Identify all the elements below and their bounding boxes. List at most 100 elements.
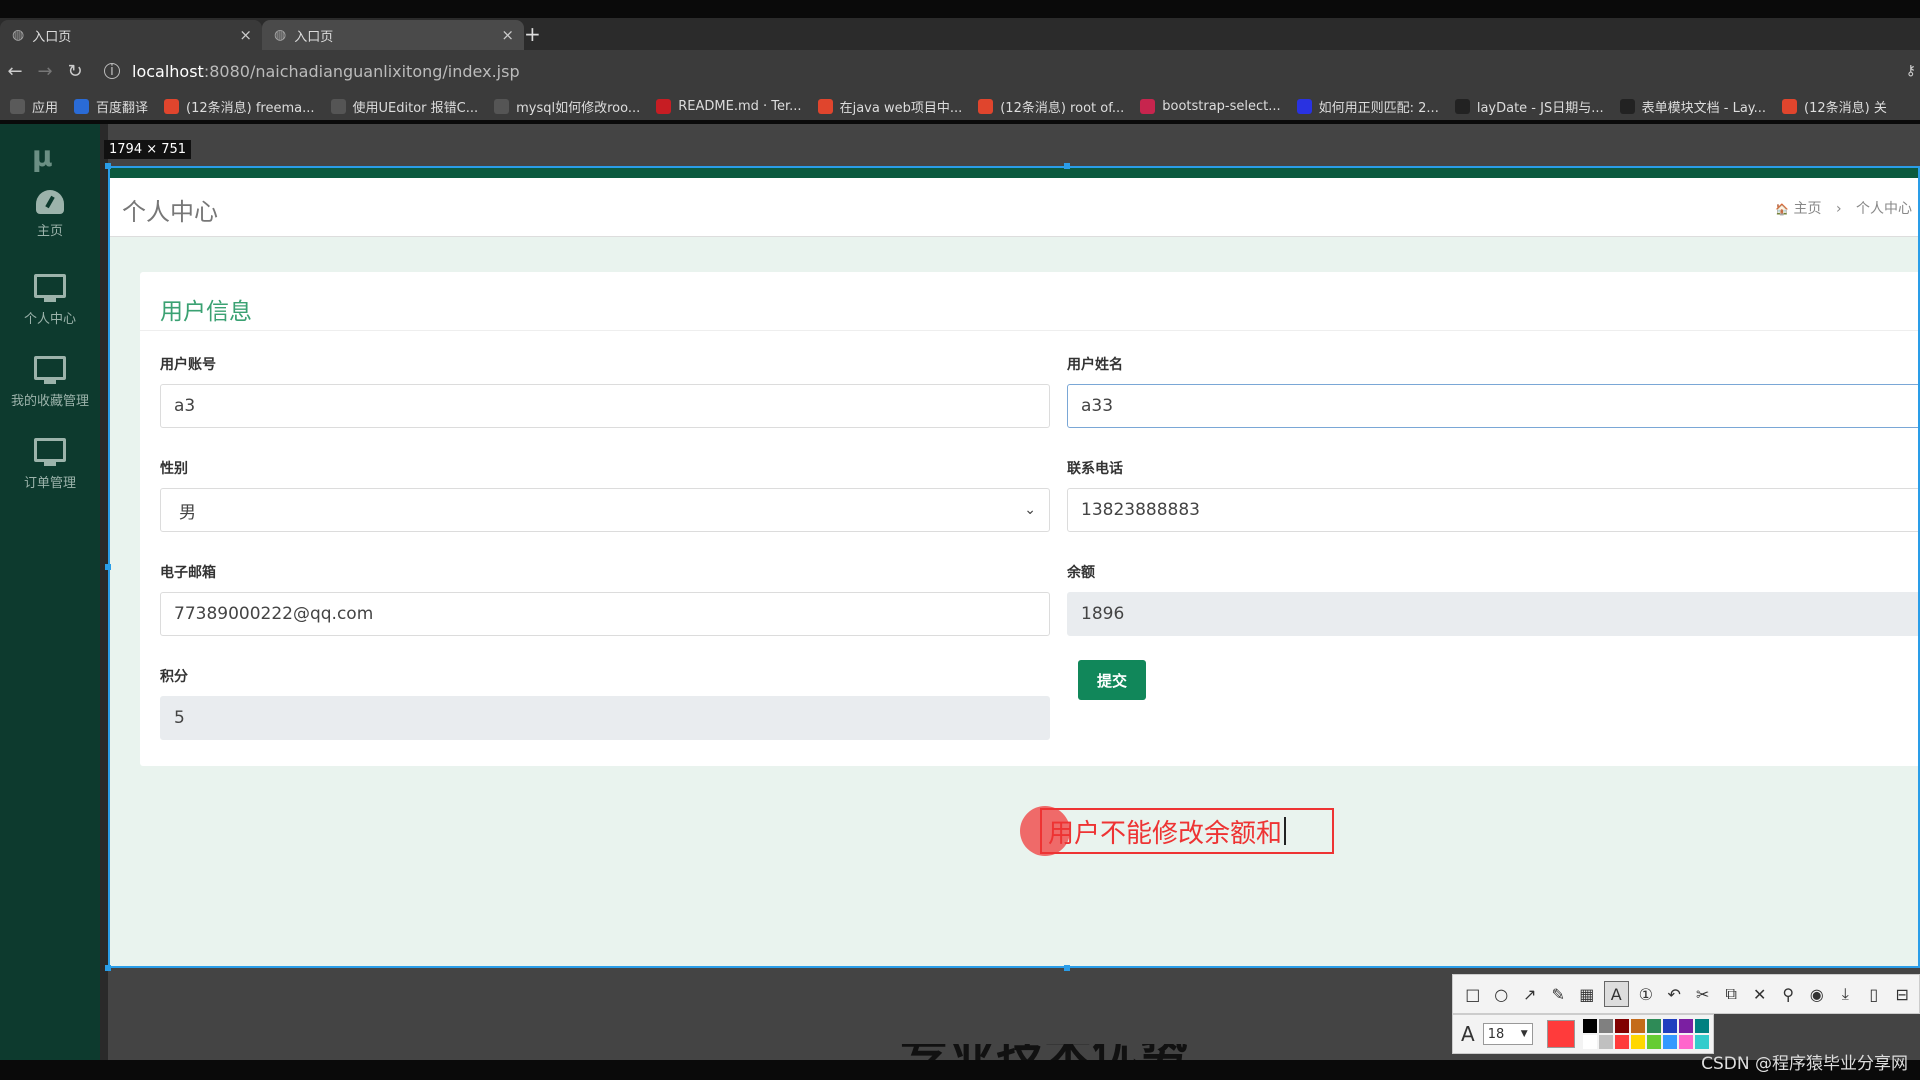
tab-2[interactable]: ◍ 入口页 × [262, 20, 524, 50]
breadcrumb-home[interactable]: 主页 [1793, 201, 1821, 217]
sidebar-item-home[interactable]: 主页 [0, 190, 100, 239]
color-swatch[interactable] [1598, 1035, 1613, 1049]
color-swatch[interactable] [1646, 1035, 1661, 1049]
bookmark-label: layDate - JS日期与... [1476, 100, 1604, 116]
color-swatch[interactable] [1630, 1019, 1645, 1033]
csdn-icon [978, 98, 994, 114]
email-label: 电子邮箱 [160, 565, 216, 581]
url-field[interactable]: i localhost:8080/naichadianguanlixitong/… [104, 62, 520, 81]
bookmark-item[interactable]: 如何用正则匹配: 2... [1296, 97, 1439, 116]
text-style-toolbar: A 18 ▼ [1452, 1014, 1714, 1054]
resize-handle[interactable] [105, 564, 111, 570]
color-swatch[interactable] [1582, 1019, 1597, 1033]
bookmark-item[interactable]: (12条消息) 关 [1782, 97, 1887, 116]
color-swatch[interactable] [1582, 1035, 1597, 1049]
bottom-bar [0, 1060, 1920, 1080]
chevron-down-icon: ⌄ [1024, 502, 1036, 518]
color-swatch[interactable] [1646, 1019, 1661, 1033]
color-swatch[interactable] [1614, 1019, 1629, 1033]
bookmark-item[interactable]: bootstrap-select... [1140, 98, 1281, 114]
pin2-icon[interactable]: ⚲ [1777, 982, 1801, 1006]
text-cursor [1284, 817, 1287, 845]
main-content: 个人中心 🏠 主页 › 个人中心 用户信息 用户账号 a3 用户姓名 a33 性… [108, 166, 1920, 968]
bookmark-item[interactable]: mysql如何修改roo... [494, 97, 640, 116]
name-input[interactable]: a33 [1067, 384, 1920, 428]
resize-handle[interactable] [105, 163, 111, 169]
info-icon[interactable]: i [104, 63, 120, 79]
current-color-swatch[interactable] [1546, 1020, 1575, 1048]
email-input[interactable]: 77389000222@qq.com [160, 592, 1050, 636]
bookmark-item[interactable]: README.md · Ter... [656, 98, 802, 114]
watermark: CSDN @程序猿毕业分享网 [1701, 1054, 1908, 1074]
bootstrap-icon [1140, 98, 1156, 114]
account-input[interactable]: a3 [160, 384, 1050, 428]
bookmark-item[interactable]: (12条消息) root of... [978, 97, 1124, 116]
phone-group: 联系电话 13823888883 [1067, 458, 1920, 532]
submit-button[interactable]: 提交 [1078, 660, 1146, 700]
bookmark-label: (12条消息) freema... [186, 100, 315, 116]
rect-icon[interactable]: □ [1461, 982, 1485, 1006]
copy-icon[interactable]: ▯ [1862, 982, 1886, 1006]
bookmark-label: 表单模块文档 - Lay... [1641, 100, 1767, 116]
bookmark-item[interactable]: (12条消息) freema... [164, 97, 315, 116]
phone-input[interactable]: 13823888883 [1067, 488, 1920, 532]
close-tab-icon[interactable]: × [239, 26, 252, 44]
gender-select[interactable]: 男 ⌄ [160, 488, 1050, 532]
baidu-icon [1296, 98, 1312, 114]
bookmark-item[interactable]: 表单模块文档 - Lay... [1619, 97, 1767, 116]
sidebar-item-profile[interactable]: 个人中心 [0, 274, 100, 327]
text-icon[interactable]: A [1603, 981, 1629, 1007]
download-icon[interactable]: ⤓ [1834, 982, 1858, 1006]
color-swatch[interactable] [1614, 1035, 1629, 1049]
close-tab-icon[interactable]: × [501, 26, 514, 44]
font-size-select[interactable]: 18 ▼ [1482, 1023, 1533, 1045]
bookmark-item[interactable]: 在java web项目中... [817, 97, 962, 116]
tab-1[interactable]: ◍ 入口页 × [0, 20, 262, 50]
new-tab-icon[interactable]: + [524, 22, 541, 46]
bookmark-item[interactable]: 百度翻译 [74, 97, 148, 116]
mosaic-icon[interactable]: ▦ [1575, 982, 1599, 1006]
resize-handle[interactable] [1064, 163, 1070, 169]
tab-title: 入口页 [32, 29, 72, 45]
annotation-textbox[interactable]: 用户不能修改余额和 [1040, 808, 1334, 854]
breadcrumb-separator: › [1835, 201, 1842, 217]
cut-icon[interactable]: ✂ [1691, 982, 1715, 1006]
pen-icon[interactable]: ✎ [1547, 982, 1571, 1006]
back-icon[interactable]: ← [0, 61, 30, 82]
color-swatch[interactable] [1662, 1035, 1677, 1049]
color-swatch[interactable] [1662, 1019, 1677, 1033]
bookmarks-bar: 应用 百度翻译 (12条消息) freema... 使用UEditor 报错C... m… [0, 92, 1920, 120]
key-icon[interactable]: ⚷ [1906, 63, 1916, 79]
color-swatch[interactable] [1598, 1019, 1613, 1033]
monitor-icon [34, 356, 66, 384]
bookmark-item[interactable]: layDate - JS日期与... [1454, 97, 1604, 116]
save-icon[interactable]: ⊟ [1891, 982, 1915, 1006]
pin-icon[interactable]: ⧉ [1720, 982, 1744, 1006]
points-label: 积分 [160, 669, 188, 685]
bookmark-item[interactable]: 使用UEditor 报错C... [330, 97, 478, 116]
color-swatch[interactable] [1678, 1035, 1693, 1049]
top-strip [108, 166, 1920, 178]
number-icon[interactable]: ① [1634, 982, 1658, 1006]
bookmark-item[interactable]: 应用 [10, 97, 58, 116]
color-swatch[interactable] [1678, 1019, 1693, 1033]
ellipse-icon[interactable]: ○ [1490, 982, 1514, 1006]
bookmark-label: bootstrap-select... [1162, 98, 1281, 114]
csdn-icon [817, 98, 833, 114]
reload-icon[interactable]: ↻ [60, 61, 90, 82]
resize-handle[interactable] [105, 965, 111, 971]
arrow-icon[interactable]: ↗ [1518, 982, 1542, 1006]
color-swatch[interactable] [1630, 1035, 1645, 1049]
resize-handle[interactable] [1064, 965, 1070, 971]
undo-icon[interactable]: ↶ [1663, 982, 1687, 1006]
sidebar-item-orders[interactable]: 订单管理 [0, 438, 100, 491]
forward-icon[interactable]: → [30, 61, 60, 82]
globe-icon: ◍ [12, 27, 25, 43]
cross-icon[interactable]: ✕ [1748, 982, 1772, 1006]
color-swatch[interactable] [1694, 1019, 1709, 1033]
bookmark-label: 应用 [32, 100, 59, 116]
sidebar-item-favorites[interactable]: 我的收藏管理 [0, 356, 100, 409]
color-palette [1582, 1019, 1709, 1049]
record-icon[interactable]: ◉ [1805, 982, 1829, 1006]
color-swatch[interactable] [1694, 1035, 1709, 1049]
